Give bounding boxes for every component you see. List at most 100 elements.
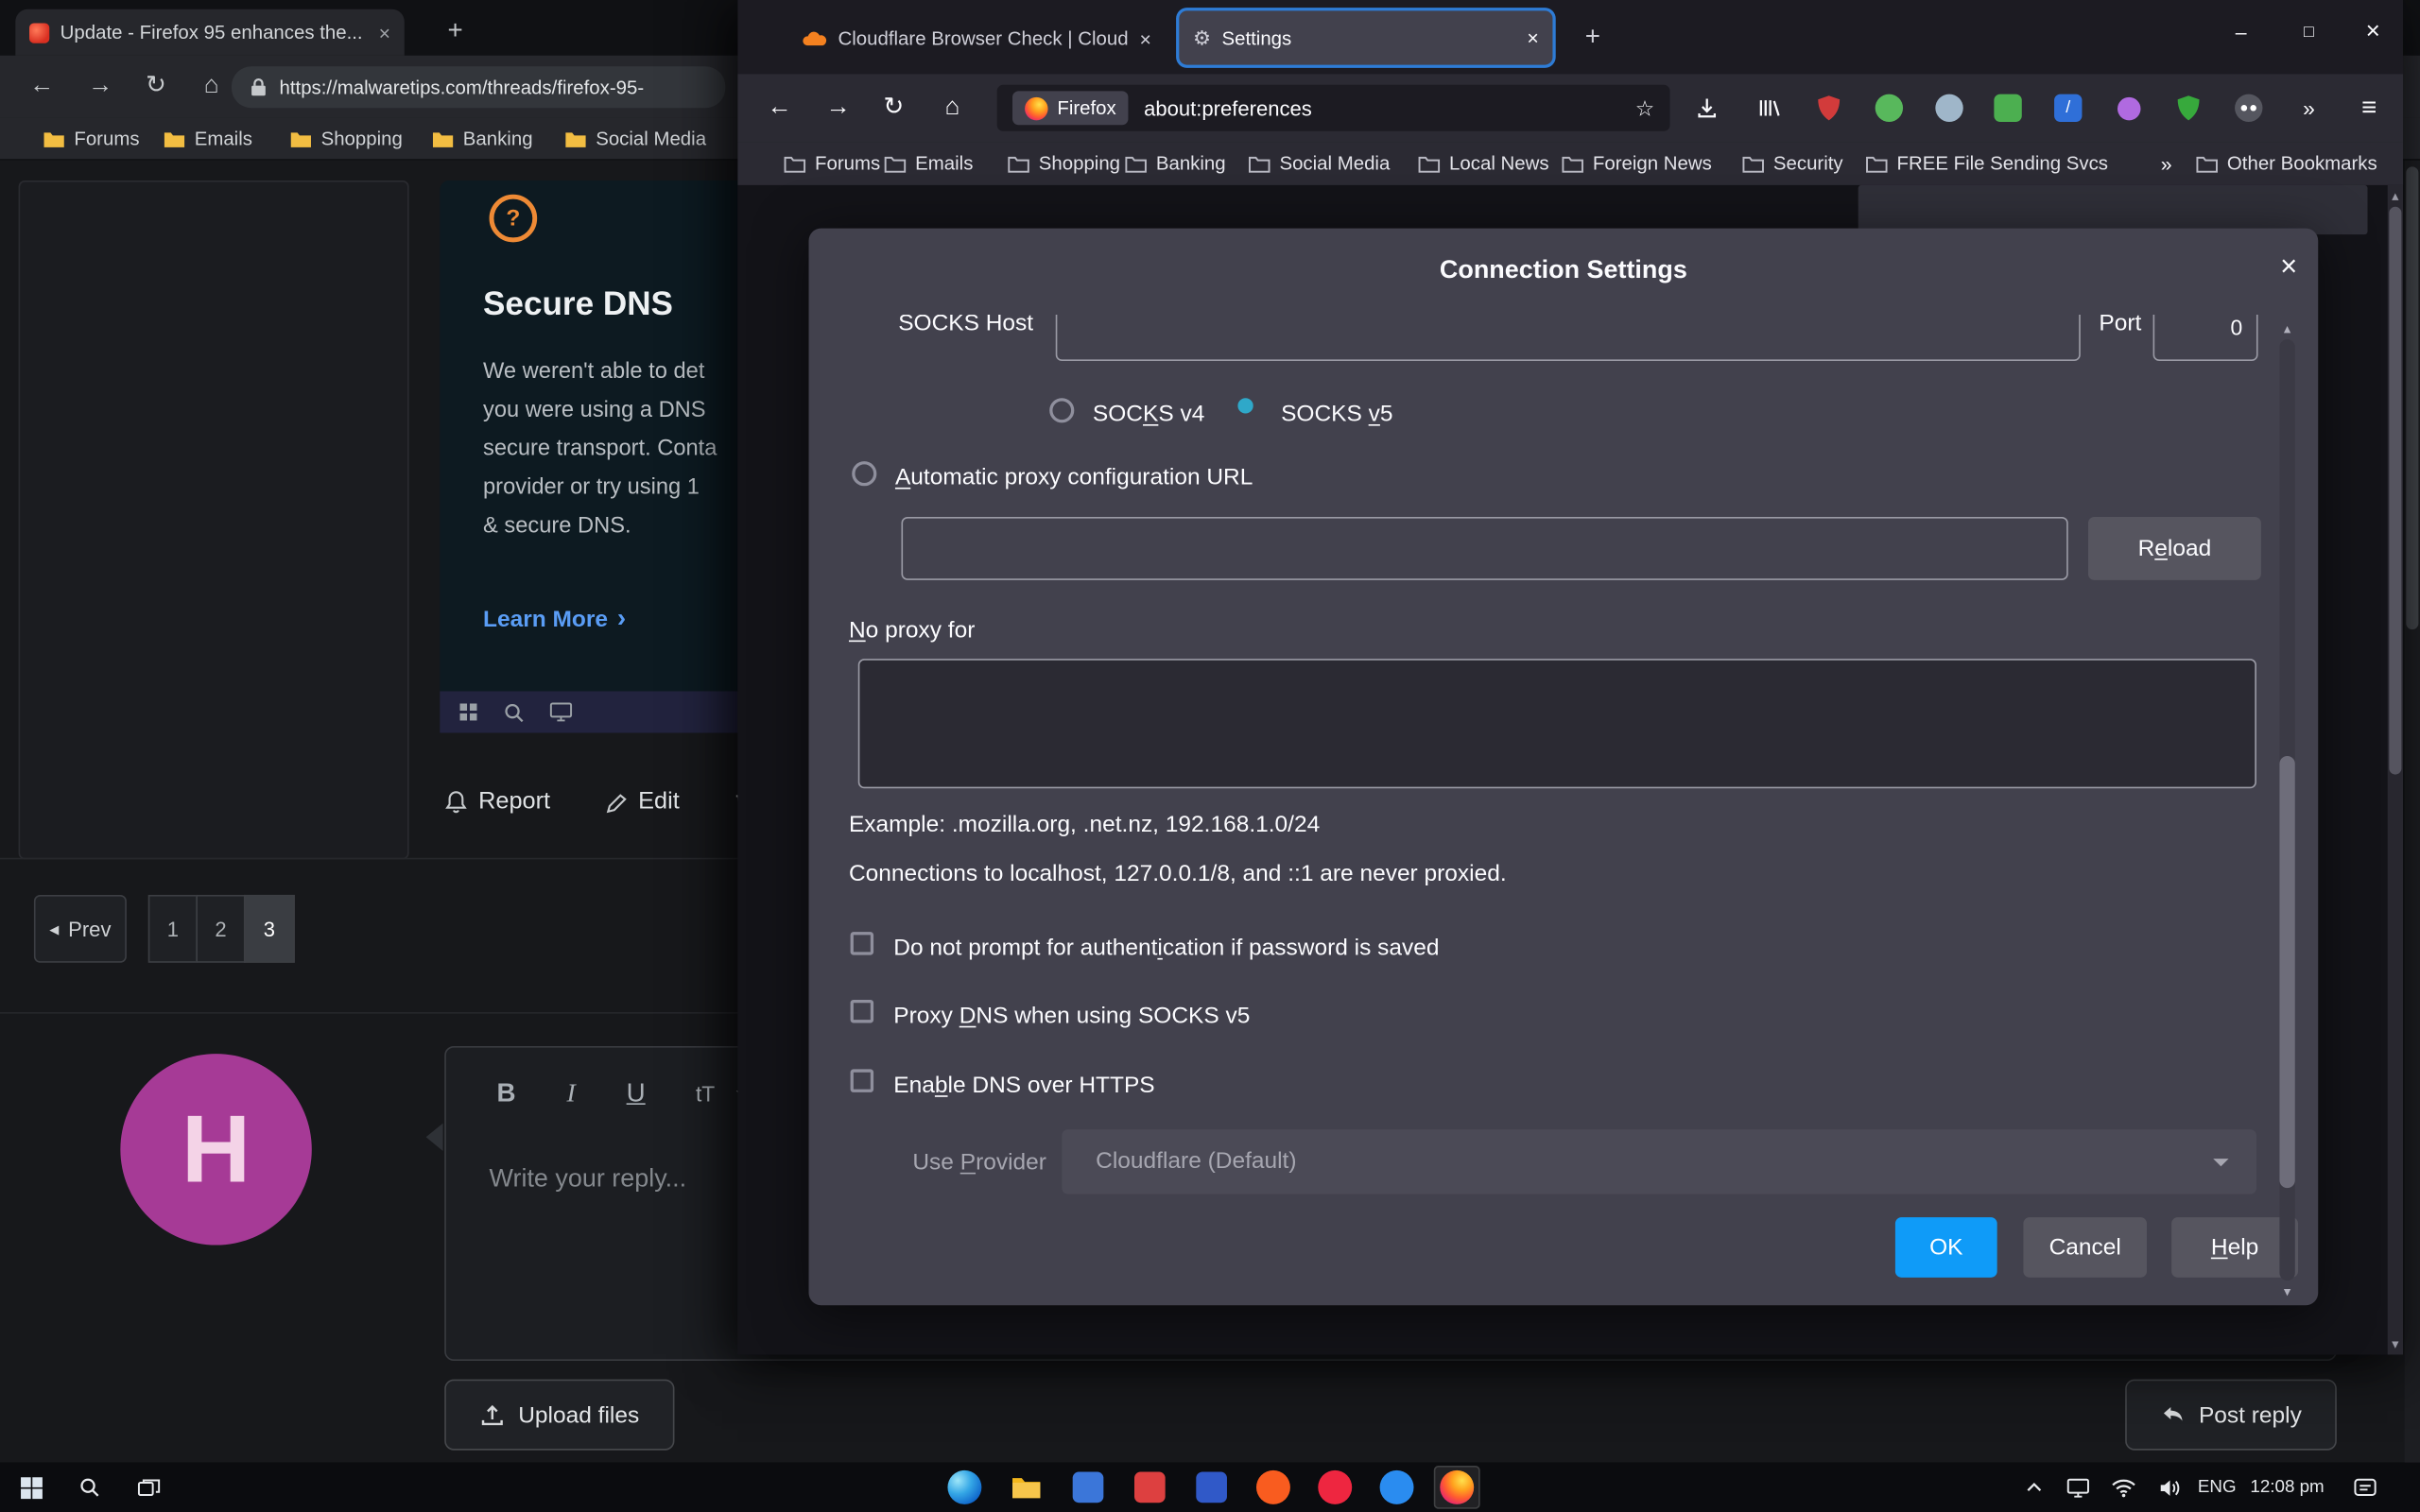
tab-settings-active[interactable]: ⚙ Settings × <box>1179 10 1552 64</box>
close-tab-icon[interactable]: × <box>1140 27 1151 50</box>
bookmark-folder-emails[interactable]: Emails <box>885 142 974 185</box>
bookmark-folder-free-file-sending[interactable]: FREE File Sending Svcs <box>1866 142 2108 185</box>
italic-button[interactable]: I <box>551 1073 591 1116</box>
auto-proxy-url-input[interactable] <box>901 517 2067 580</box>
taskbar-app-blue-icon[interactable] <box>1066 1466 1110 1509</box>
reply-placeholder[interactable]: Write your reply... <box>490 1165 687 1194</box>
bookmarks-overflow-icon[interactable]: » <box>2161 142 2172 185</box>
magnifier-icon[interactable] <box>503 701 525 723</box>
bookmark-item-emails[interactable]: Emails <box>164 117 252 161</box>
bookmark-item-social-media[interactable]: Social Media <box>565 117 707 161</box>
font-size-button[interactable]: tT <box>678 1073 734 1116</box>
dialog-scrollbar[interactable]: ▴ ▾ <box>2275 318 2300 1302</box>
cancel-button[interactable]: Cancel <box>2023 1217 2147 1278</box>
edit-button[interactable]: Edit <box>604 788 680 816</box>
taskbar-firefox-active-icon[interactable] <box>1434 1466 1480 1509</box>
socks-v5-label[interactable]: SOCKS v5 <box>1281 401 1392 427</box>
home-icon[interactable]: ⌂ <box>188 56 234 117</box>
proxy-dns-socks5-checkbox[interactable] <box>851 1000 873 1022</box>
window-maximize-button[interactable]: □ <box>2275 0 2343 65</box>
no-auth-prompt-checkbox[interactable] <box>851 932 873 954</box>
tray-network-icon[interactable] <box>2105 1466 2142 1509</box>
green-square-extension-icon[interactable] <box>1986 86 2030 129</box>
taskbar-app-red-icon[interactable] <box>1128 1466 1171 1509</box>
bookmark-folder-foreign-news[interactable]: Foreign News <box>1562 142 1712 185</box>
reload-icon[interactable]: ↻ <box>132 56 179 117</box>
reload-button[interactable]: Reload <box>2088 517 2261 580</box>
green-shield-extension-icon[interactable] <box>2167 86 2210 129</box>
purple-flower-extension-icon[interactable] <box>2107 86 2151 129</box>
tray-notification-button[interactable] <box>2346 1466 2383 1509</box>
gray-bird-extension-icon[interactable] <box>1927 86 1971 129</box>
tray-hidden-icons-chevron[interactable] <box>2015 1466 2052 1509</box>
browser-tab[interactable]: Update - Firefox 95 enhances the... × <box>15 9 404 56</box>
no-proxy-textarea[interactable] <box>858 659 2256 788</box>
address-bar[interactable]: https://malwaretips.com/threads/firefox-… <box>232 66 725 108</box>
port-input[interactable] <box>2153 315 2258 361</box>
underline-button[interactable]: U <box>615 1073 655 1116</box>
menu-hamburger-icon[interactable]: ≡ <box>2347 86 2391 129</box>
tray-language[interactable]: ENG <box>2198 1463 2237 1512</box>
tray-volume-icon[interactable] <box>2152 1466 2188 1509</box>
upload-files-button[interactable]: Upload files <box>444 1380 674 1451</box>
socks-host-input[interactable] <box>1056 315 2081 361</box>
library-icon[interactable] <box>1747 86 1790 129</box>
taskbar-edge-icon[interactable] <box>943 1466 987 1509</box>
socks-v4-radio[interactable] <box>1049 398 1074 422</box>
bookmark-item-shopping[interactable]: Shopping <box>290 117 403 161</box>
bookmark-folder-forums[interactable]: Forums <box>784 142 880 185</box>
red-shield-extension-icon[interactable] <box>1807 86 1851 129</box>
reload-icon[interactable]: ↻ <box>871 74 917 142</box>
goggles-extension-icon[interactable] <box>2227 86 2271 129</box>
scrollbar-thumb[interactable] <box>2279 756 2294 1188</box>
bookmark-folder-banking[interactable]: Banking <box>1125 142 1225 185</box>
downloads-icon[interactable] <box>1685 86 1729 129</box>
dialog-close-icon[interactable]: × <box>2264 244 2313 293</box>
bookmark-folder-social-media[interactable]: Social Media <box>1249 142 1391 185</box>
green-circle-extension-icon[interactable] <box>1868 86 1911 129</box>
bookmark-folder-shopping[interactable]: Shopping <box>1008 142 1120 185</box>
window-close-button[interactable]: × <box>2342 0 2403 65</box>
ok-button[interactable]: OK <box>1895 1217 1997 1278</box>
pagination-page-1[interactable]: 1 <box>148 895 198 963</box>
no-auth-prompt-label[interactable]: Do not prompt for authentication if pass… <box>893 935 1439 961</box>
blue-square-extension-icon[interactable]: / <box>2047 86 2090 129</box>
pagination-page-2[interactable]: 2 <box>196 895 245 963</box>
auto-proxy-radio[interactable] <box>852 461 876 486</box>
home-icon[interactable]: ⌂ <box>929 74 976 142</box>
back-icon[interactable]: ← <box>756 74 803 142</box>
scroll-up-icon[interactable]: ▴ <box>2275 318 2300 339</box>
post-reply-button[interactable]: Post reply <box>2125 1380 2337 1451</box>
scrollbar-thumb[interactable] <box>2406 166 2418 629</box>
taskbar-file-explorer-icon[interactable] <box>1005 1466 1048 1509</box>
close-tab-icon[interactable]: × <box>379 21 390 43</box>
bookmark-folder-local-news[interactable]: Local News <box>1418 142 1548 185</box>
auto-proxy-label[interactable]: Automatic proxy configuration URL <box>895 464 1253 490</box>
taskbar-app-darkblue-icon[interactable] <box>1190 1466 1234 1509</box>
other-bookmarks[interactable]: Other Bookmarks <box>2196 142 2377 185</box>
window-minimize-button[interactable]: – <box>2207 0 2275 65</box>
bold-button[interactable]: B <box>486 1073 526 1116</box>
taskbar-app-redcircle-icon[interactable] <box>1313 1466 1357 1509</box>
scroll-up-icon[interactable]: ▴ <box>2388 187 2403 206</box>
bookmark-star-icon[interactable]: ☆ <box>1635 94 1655 121</box>
bookmark-item-forums[interactable]: Forums <box>43 117 140 161</box>
toolbar-overflow-icon[interactable]: » <box>2288 86 2331 129</box>
identity-chip[interactable]: Firefox <box>1012 91 1129 125</box>
report-button[interactable]: Report <box>444 788 550 816</box>
pagination-page-3-current[interactable]: 3 <box>244 895 295 963</box>
task-view-button[interactable] <box>127 1466 170 1509</box>
dns-over-https-label[interactable]: Enable DNS over HTTPS <box>893 1073 1154 1099</box>
start-button[interactable] <box>9 1466 53 1509</box>
bookmark-folder-security[interactable]: Security <box>1742 142 1842 185</box>
pagination-prev-button[interactable]: ◀ Prev <box>34 895 127 963</box>
tray-display-icon[interactable] <box>2059 1466 2096 1509</box>
scroll-down-icon[interactable]: ▾ <box>2275 1280 2300 1302</box>
address-bar[interactable]: Firefox about:preferences ☆ <box>997 85 1670 131</box>
socks-v4-label[interactable]: SOCKS v4 <box>1093 401 1204 427</box>
tab-cloudflare[interactable]: Cloudflare Browser Check | Cloudfla × <box>790 14 1164 63</box>
taskbar-app-orange-icon[interactable] <box>1252 1466 1295 1509</box>
learn-more-link[interactable]: Learn More › <box>483 603 626 634</box>
taskbar-search-button[interactable] <box>68 1466 112 1509</box>
scrollbar-thumb[interactable] <box>2389 207 2401 775</box>
